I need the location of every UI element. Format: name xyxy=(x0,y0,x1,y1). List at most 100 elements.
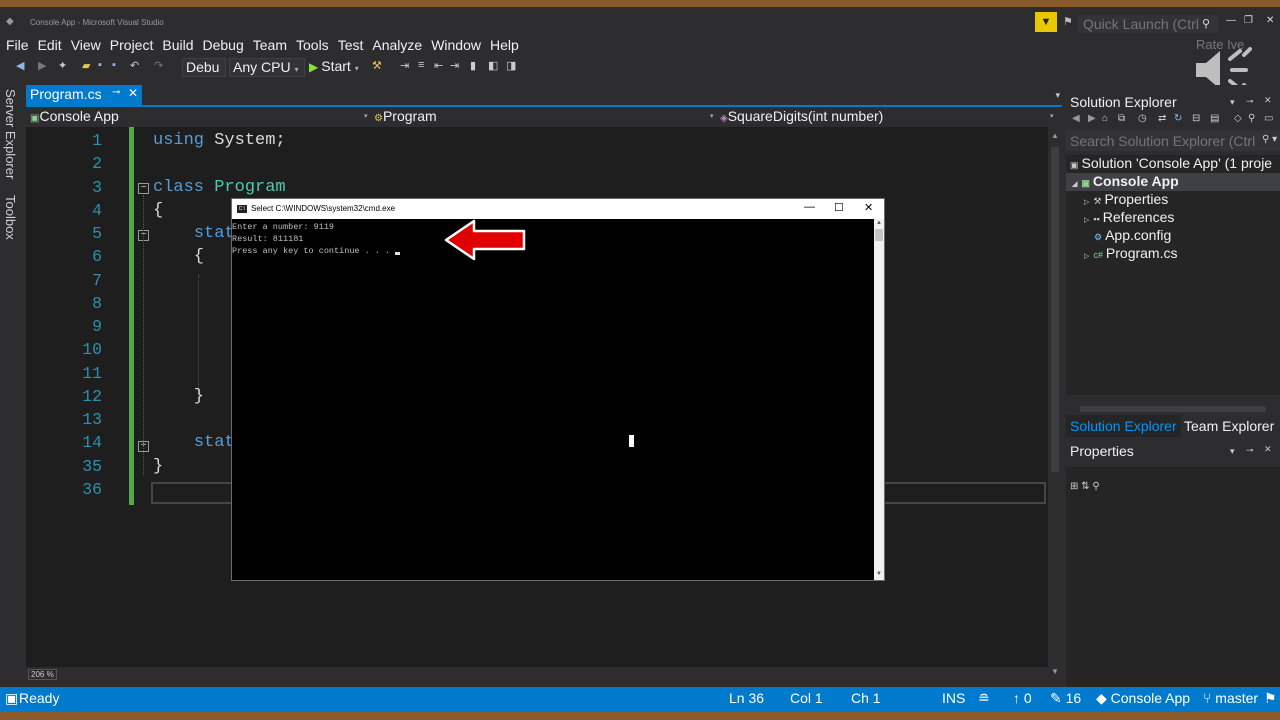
collapsed-icon[interactable]: ▷ xyxy=(1084,253,1089,260)
show-all-files-icon[interactable]: ▤ xyxy=(1210,113,1219,124)
tree-item-solution[interactable]: ▣ Solution 'Console App' (1 proje xyxy=(1070,155,1272,171)
publish-icon[interactable]: ≘ xyxy=(978,690,990,707)
save-all-icon[interactable]: ▪ xyxy=(112,59,116,71)
close-tab-icon[interactable]: ✕ xyxy=(128,86,138,100)
cmd-minimize-button[interactable]: — xyxy=(804,201,815,213)
collapsed-icon[interactable]: ▷ xyxy=(1084,199,1089,206)
scroll-up-icon[interactable]: ▲ xyxy=(876,220,882,226)
platform-select[interactable]: Any CPU ▾ xyxy=(229,58,305,77)
redo-icon[interactable]: ↷ xyxy=(154,59,163,72)
open-file-icon[interactable]: ▰ xyxy=(82,59,90,72)
scrollbar-thumb[interactable] xyxy=(1051,147,1059,472)
chevron-down-icon[interactable]: ▾ xyxy=(1050,112,1054,120)
next-bookmark-icon[interactable]: ◨ xyxy=(506,59,516,72)
cmd-maximize-button[interactable]: ☐ xyxy=(834,201,844,214)
chevron-down-icon[interactable]: ▾ xyxy=(364,112,368,120)
minimize-button[interactable]: — xyxy=(1226,15,1236,26)
editor-vertical-scrollbar[interactable]: ▲ ▼ xyxy=(1048,127,1062,679)
menu-team[interactable]: Team xyxy=(249,34,291,53)
menu-debug[interactable]: Debug xyxy=(199,34,248,53)
browser-link-icon[interactable]: ⚒ xyxy=(372,59,382,72)
menu-tools[interactable]: Tools xyxy=(292,34,333,53)
commits-status[interactable]: ✎ 16 xyxy=(1050,690,1081,707)
cmd-scrollbar[interactable]: ▲ ▼ xyxy=(874,219,884,580)
scrollbar-thumb[interactable] xyxy=(875,229,883,241)
cmd-title-bar[interactable]: C:\ Select C:\WINDOWS\system32\cmd.exe —… xyxy=(232,199,884,219)
scroll-down-icon[interactable]: ▼ xyxy=(1051,667,1059,676)
close-button[interactable]: ✕ xyxy=(1266,15,1274,26)
restore-button[interactable]: ❐ xyxy=(1244,15,1253,26)
prev-bookmark-icon[interactable]: ◧ xyxy=(488,59,498,72)
search-icon[interactable]: ⚲ xyxy=(1202,17,1210,30)
pending-changes-icon[interactable]: ◷ xyxy=(1138,113,1147,124)
menu-test[interactable]: Test xyxy=(334,34,368,53)
chevron-down-icon[interactable]: ▾ xyxy=(710,112,714,120)
collapse-all-icon[interactable]: ⊟ xyxy=(1192,113,1200,124)
menu-window[interactable]: Window xyxy=(427,34,485,53)
collapsed-icon[interactable]: ▷ xyxy=(1084,217,1089,224)
menu-file[interactable]: File xyxy=(0,34,33,53)
preview-icon[interactable]: ▭ xyxy=(1264,113,1273,124)
scroll-up-icon[interactable]: ▲ xyxy=(1051,131,1059,140)
type-dropdown[interactable]: ⚙Program xyxy=(374,108,437,124)
save-icon[interactable]: ▪ xyxy=(98,59,102,71)
branch-status[interactable]: ⑂ master xyxy=(1203,690,1258,706)
configuration-select[interactable]: Debu xyxy=(182,58,226,77)
feedback-filter-icon[interactable]: ▼ xyxy=(1035,12,1057,32)
refresh-icon[interactable]: ↻ xyxy=(1174,113,1182,124)
pin-icon[interactable]: ⊸ xyxy=(1246,96,1254,107)
home-icon[interactable]: ⌂ xyxy=(1102,113,1108,124)
cmd-window[interactable]: C:\ Select C:\WINDOWS\system32\cmd.exe —… xyxy=(231,198,885,581)
chevron-down-icon[interactable]: ▾ xyxy=(1230,97,1235,108)
collapse-icon[interactable]: − xyxy=(138,183,149,194)
back-icon[interactable]: ◀ xyxy=(16,59,24,72)
menu-help[interactable]: Help xyxy=(486,34,523,53)
chevron-down-icon[interactable]: ▾ xyxy=(1230,446,1235,457)
menu-project[interactable]: Project xyxy=(106,34,158,53)
view-code-icon[interactable]: ◇ xyxy=(1234,113,1242,124)
comment-icon[interactable]: ⇥ xyxy=(450,59,459,72)
properties-icon[interactable]: ⚲ xyxy=(1248,113,1255,124)
menu-view[interactable]: View xyxy=(67,34,105,53)
tree-horizontal-scrollbar[interactable] xyxy=(1066,405,1280,413)
server-explorer-tab[interactable]: Server Explorer xyxy=(3,89,18,179)
forward-icon[interactable]: ▶ xyxy=(38,59,46,72)
search-icon[interactable]: ⚲ ▾ xyxy=(1262,134,1277,145)
tab-program-cs[interactable]: Program.cs ⊸ ✕ xyxy=(26,85,142,105)
tree-item-references[interactable]: ▷ ▪▪ References xyxy=(1084,209,1174,225)
zoom-level[interactable]: 206 % xyxy=(28,669,57,680)
tab-team-explorer[interactable]: Team Explorer xyxy=(1180,415,1278,437)
quick-launch-input[interactable] xyxy=(1078,15,1218,33)
toolbox-tab[interactable]: Toolbox xyxy=(3,195,18,240)
pending-changes-status[interactable]: ↑ 0 xyxy=(1013,690,1032,706)
tab-overflow-icon[interactable]: ▾ xyxy=(1055,90,1060,101)
tab-solution-explorer[interactable]: Solution Explorer xyxy=(1066,415,1181,437)
switch-views-icon[interactable]: ⧉ xyxy=(1118,113,1125,124)
pin-icon[interactable]: ⊸ xyxy=(1246,445,1254,456)
undo-icon[interactable]: ↶ xyxy=(130,59,139,72)
cmd-output[interactable]: Enter a number: 9119 Result: 811181 Pres… xyxy=(232,219,874,580)
notification-flag-icon[interactable]: ⚑ xyxy=(1063,15,1073,28)
close-icon[interactable]: ✕ xyxy=(1264,95,1272,106)
format-icon[interactable]: ≡ xyxy=(418,59,424,71)
expanded-icon[interactable]: ◢ xyxy=(1072,181,1077,188)
scroll-down-icon[interactable]: ▼ xyxy=(876,571,882,577)
bookmark-icon[interactable]: ▮ xyxy=(470,59,476,72)
tree-item-app-config[interactable]: ⚙ App.config xyxy=(1094,227,1171,243)
notifications-icon[interactable]: ⚑ xyxy=(1264,690,1277,707)
properties-toolbar-icons[interactable]: ⊞ ⇅ ⚲ xyxy=(1070,481,1100,492)
repository-status[interactable]: ◆ Console App xyxy=(1096,690,1190,707)
forward-icon[interactable]: ▶ xyxy=(1088,113,1096,124)
cmd-close-button[interactable]: ✕ xyxy=(864,201,873,214)
menu-edit[interactable]: Edit xyxy=(34,34,66,53)
back-icon[interactable]: ◀ xyxy=(1072,113,1080,124)
member-dropdown[interactable]: ◈SquareDigits(int number) xyxy=(720,108,883,124)
sync-icon[interactable]: ⇄ xyxy=(1158,113,1166,124)
new-project-icon[interactable]: ✦ xyxy=(58,59,67,72)
editor-horizontal-scrollbar[interactable]: 206 % xyxy=(26,667,1048,683)
start-button[interactable]: ▶ Start ▾ xyxy=(309,58,359,74)
scrollbar-thumb[interactable] xyxy=(1080,406,1266,412)
menu-analyze[interactable]: Analyze xyxy=(368,34,426,53)
tree-item-program-cs[interactable]: ▷ c# Program.cs xyxy=(1084,245,1177,261)
menu-build[interactable]: Build xyxy=(158,34,197,53)
